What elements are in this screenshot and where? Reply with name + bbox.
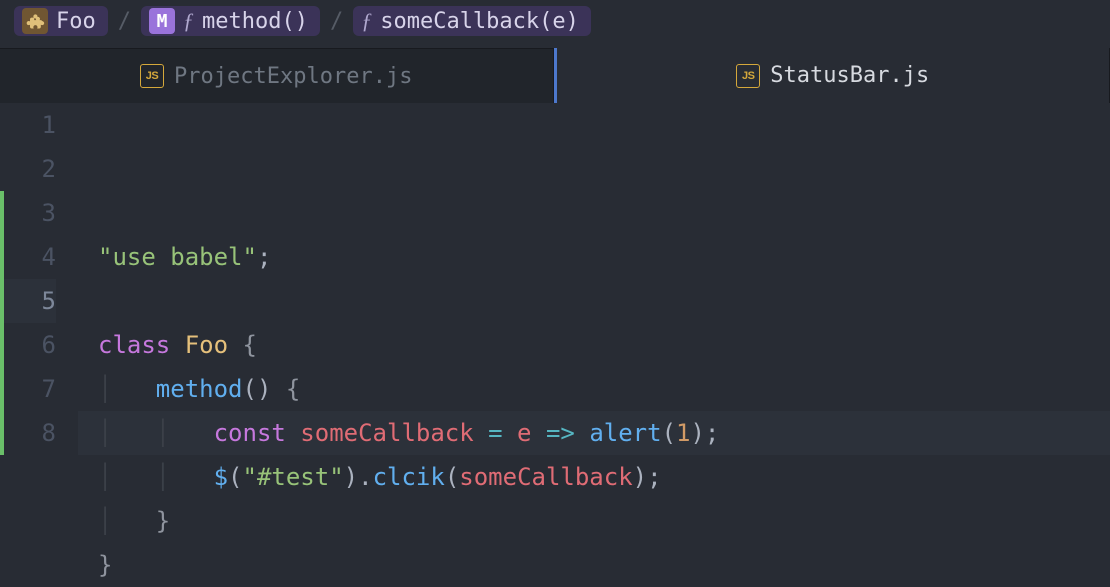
tab-project-explorer[interactable]: JS ProjectExplorer.js — [0, 48, 554, 103]
line-number: 4 — [0, 235, 56, 279]
line-number: 2 — [0, 147, 56, 191]
breadcrumb: Foo / M ƒ method() / ƒ someCallback(e) — [0, 0, 1110, 48]
code-line[interactable]: │ │ const someCallback = e => alert(1); — [78, 411, 1110, 455]
function-f-icon: ƒ — [183, 8, 194, 34]
breadcrumb-label: someCallback(e) — [380, 9, 579, 34]
puzzle-icon — [22, 8, 48, 34]
line-number: 6 — [0, 323, 56, 367]
code-area[interactable]: "use babel"; class Foo {│ method() {│ │ c… — [78, 103, 1110, 587]
code-line[interactable]: "use babel"; — [78, 235, 1110, 279]
breadcrumb-separator: / — [330, 9, 343, 34]
code-line[interactable]: } — [78, 543, 1110, 587]
js-file-icon: JS — [736, 64, 760, 88]
tab-label: StatusBar.js — [770, 63, 929, 88]
function-f-icon: ƒ — [361, 8, 372, 34]
code-line[interactable] — [78, 279, 1110, 323]
line-number: 5 — [0, 279, 56, 323]
breadcrumb-label: method() — [202, 9, 308, 34]
line-number: 7 — [0, 367, 56, 411]
method-badge-icon: M — [149, 8, 175, 34]
code-line[interactable]: class Foo { — [78, 323, 1110, 367]
line-number: 8 — [0, 411, 56, 455]
tab-label: ProjectExplorer.js — [174, 64, 412, 89]
breadcrumb-item-method[interactable]: M ƒ method() — [141, 6, 320, 36]
breadcrumb-item-callback[interactable]: ƒ someCallback(e) — [353, 6, 591, 36]
code-editor[interactable]: 12345678 "use babel"; class Foo {│ method… — [0, 103, 1110, 587]
tab-bar: JS ProjectExplorer.js JS StatusBar.js — [0, 48, 1110, 103]
line-gutter: 12345678 — [0, 103, 78, 587]
code-line[interactable]: │ │ $("#test").clcik(someCallback); — [78, 455, 1110, 499]
line-number: 3 — [0, 191, 56, 235]
breadcrumb-label: Foo — [56, 9, 96, 34]
js-file-icon: JS — [140, 64, 164, 88]
modified-indicator — [0, 191, 4, 455]
code-line[interactable]: │ } — [78, 499, 1110, 543]
breadcrumb-separator: / — [118, 9, 131, 34]
line-number: 1 — [0, 103, 56, 147]
tab-status-bar[interactable]: JS StatusBar.js — [554, 48, 1110, 103]
breadcrumb-item-class[interactable]: Foo — [14, 6, 108, 36]
code-line[interactable]: │ method() { — [78, 367, 1110, 411]
